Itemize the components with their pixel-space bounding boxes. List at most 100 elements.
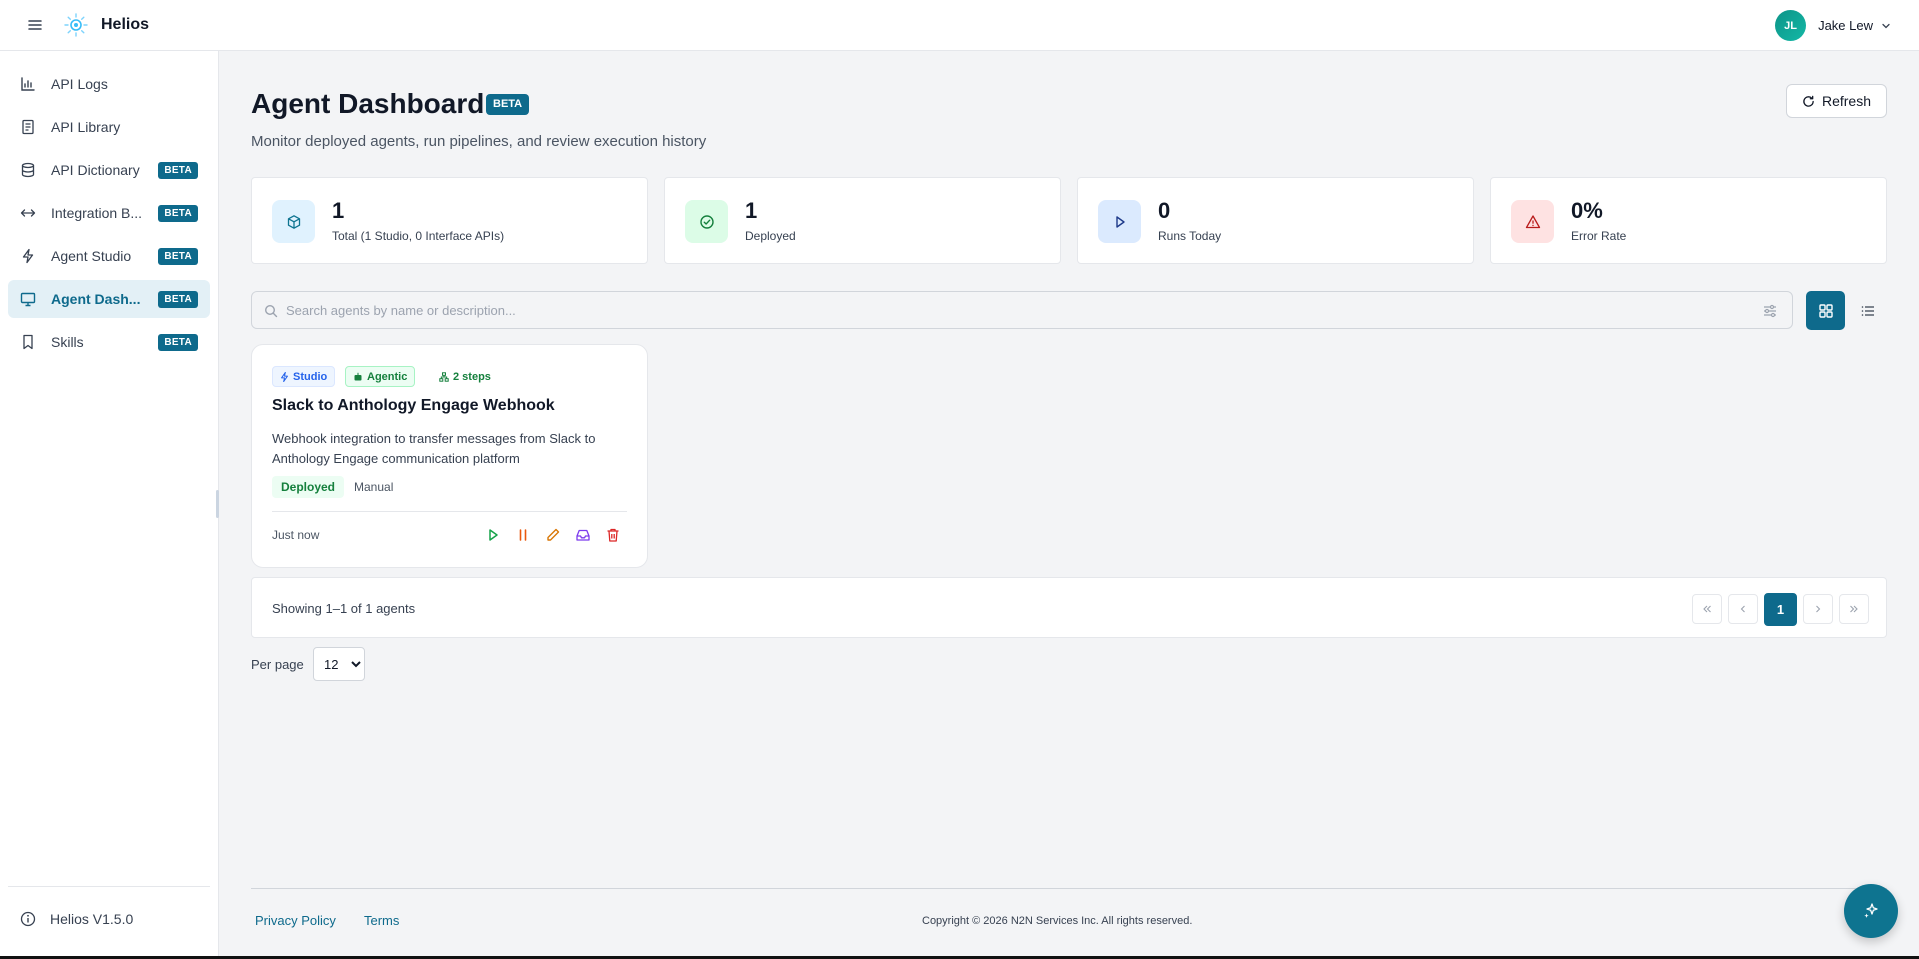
database-icon [21, 162, 35, 178]
page-button-current[interactable]: 1 [1764, 593, 1797, 626]
stat-label: Runs Today [1158, 229, 1222, 243]
steps-tag: 2 steps [432, 366, 498, 387]
sidebar-item-agent-studio[interactable]: Agent Studio BETA [8, 237, 210, 275]
sidebar-item-api-library[interactable]: API Library [8, 108, 210, 146]
play-icon [1115, 215, 1125, 228]
stat-card-deployed: 1 Deployed [664, 177, 1061, 264]
monitor-icon [20, 292, 36, 307]
refresh-label: Refresh [1821, 93, 1872, 109]
stat-icon-bg [685, 200, 728, 243]
stat-icon-bg [272, 200, 315, 243]
search-icon [264, 304, 278, 318]
stat-value: 0% [1571, 198, 1603, 223]
stat-icon-bg [1511, 200, 1554, 243]
sidebar-item-integration-builder[interactable]: Integration B... BETA [8, 194, 210, 232]
sidebar-item-label: API Library [51, 119, 121, 135]
workflow-icon [439, 371, 449, 382]
beta-badge: BETA [158, 334, 198, 351]
app-title: Helios [101, 16, 150, 33]
agent-card[interactable]: Studio Agentic 2 steps Slack to Antholog… [251, 344, 648, 568]
list-icon [1861, 305, 1874, 316]
arrows-horizontal-icon [20, 209, 36, 217]
version-info[interactable]: Helios V1.5.0 [20, 911, 133, 927]
status-badge: Deployed [272, 476, 345, 498]
beta-badge: BETA [158, 248, 198, 265]
stat-label: Error Rate [1571, 229, 1627, 243]
agent-description: Webhook integration to transfer messages… [272, 431, 596, 466]
avatar: JL [1775, 10, 1807, 41]
stat-value: 1 [332, 198, 345, 223]
pause-icon[interactable] [515, 527, 531, 543]
copyright-text: Copyright © 2026 N2N Services Inc. All r… [922, 915, 1193, 927]
refresh-icon [1803, 95, 1814, 107]
sidebar-item-label: API Logs [51, 76, 108, 92]
lightning-icon [22, 248, 34, 264]
user-name: Jake Lew [1818, 18, 1873, 33]
sidebar-item-skills[interactable]: Skills BETA [8, 323, 210, 361]
stat-value: 0 [1158, 198, 1171, 223]
stat-label: Total (1 Studio, 0 Interface APIs) [332, 229, 505, 243]
ai-assistant-button[interactable] [1844, 884, 1898, 938]
terms-link[interactable]: Terms [364, 913, 399, 928]
sidebar-item-agent-dashboard[interactable]: Agent Dash... BETA [8, 280, 210, 318]
sidebar-resize-handle[interactable] [216, 490, 219, 518]
tag-label: Agentic [367, 370, 408, 383]
sidebar-item-api-dictionary[interactable]: API Dictionary BETA [8, 151, 210, 189]
last-page-button[interactable] [1839, 594, 1869, 624]
chevron-right-icon [1816, 605, 1821, 613]
bookmark-icon [23, 334, 33, 350]
sidebar: API Logs API Library API Dictionary BETA… [0, 51, 219, 959]
beta-badge: BETA [158, 162, 198, 179]
delete-icon[interactable] [605, 527, 621, 543]
lightning-icon [281, 371, 288, 382]
user-menu[interactable]: JL Jake Lew [1775, 10, 1891, 41]
chevron-down-icon [1882, 23, 1890, 28]
sidebar-item-label: Agent Studio [51, 248, 132, 264]
agentic-tag: Agentic [345, 366, 416, 387]
agent-title: Slack to Anthology Engage Webhook [272, 397, 555, 414]
inbox-icon[interactable] [575, 527, 591, 543]
trigger-label: Manual [354, 480, 394, 494]
warning-icon [1525, 214, 1540, 228]
top-header: Helios JL Jake Lew [0, 0, 1919, 51]
updated-time: Just now [272, 528, 320, 542]
list-view-button[interactable] [1848, 291, 1887, 330]
prev-page-button[interactable] [1728, 594, 1758, 624]
search-input[interactable] [286, 298, 1746, 322]
robot-icon [354, 372, 362, 380]
book-icon [22, 119, 34, 135]
check-circle-icon [699, 214, 714, 229]
next-page-button[interactable] [1803, 594, 1833, 624]
privacy-policy-link[interactable]: Privacy Policy [255, 913, 336, 928]
per-page-select[interactable]: 12 [313, 647, 365, 681]
run-icon[interactable] [485, 527, 501, 543]
chevrons-left-icon [1703, 605, 1711, 613]
filter-sliders-icon[interactable] [1762, 303, 1778, 319]
sidebar-item-label: Integration B... [51, 205, 143, 221]
cube-icon [287, 214, 300, 229]
beta-badge: BETA [486, 94, 530, 115]
divider [8, 886, 210, 887]
stat-card-runs-today: 0 Runs Today [1077, 177, 1474, 264]
grid-view-button[interactable] [1806, 291, 1845, 330]
divider [272, 511, 627, 512]
first-page-button[interactable] [1692, 594, 1722, 624]
chevrons-right-icon [1850, 605, 1858, 613]
per-page-label: Per page [251, 657, 304, 672]
tag-label: Studio [293, 370, 328, 383]
menu-icon[interactable] [27, 17, 43, 33]
page-title: Agent Dashboard [251, 88, 485, 119]
sidebar-item-label: Agent Dash... [51, 291, 141, 307]
bar-chart-icon [21, 77, 35, 91]
pagination-bar: Showing 1–1 of 1 agents 1 [251, 577, 1887, 638]
edit-icon[interactable] [545, 527, 561, 543]
sidebar-item-label: API Dictionary [51, 162, 140, 178]
sidebar-item-api-logs[interactable]: API Logs [8, 65, 210, 103]
info-icon [20, 911, 36, 927]
stat-card-total: 1 Total (1 Studio, 0 Interface APIs) [251, 177, 648, 264]
pagination-summary: Showing 1–1 of 1 agents [272, 601, 416, 616]
grid-icon [1818, 303, 1833, 318]
tag-label: 2 steps [453, 370, 491, 383]
refresh-button[interactable]: Refresh [1786, 84, 1887, 118]
stat-card-error-rate: 0% Error Rate [1490, 177, 1887, 264]
